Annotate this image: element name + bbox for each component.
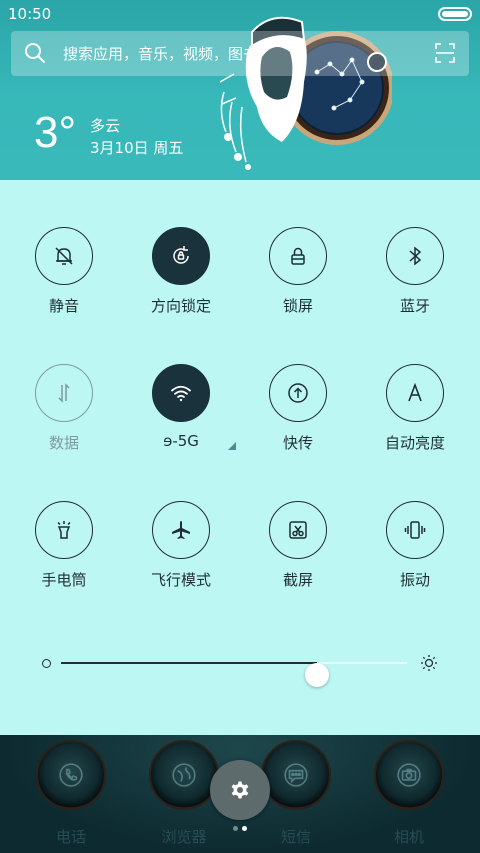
toggle-share-circle[interactable] — [269, 364, 327, 422]
scan-icon[interactable] — [435, 43, 455, 63]
bell-off-icon — [55, 247, 73, 265]
upload-icon — [288, 383, 308, 403]
toggle-rotation-lock-circle[interactable] — [152, 227, 210, 285]
rotation-lock-icon — [173, 246, 189, 264]
browser-app-icon[interactable] — [149, 740, 219, 810]
brightness-slider[interactable] — [40, 650, 440, 687]
dock-app-browser-label: 浏览器 — [161, 828, 207, 846]
phone-app-icon[interactable] — [36, 740, 106, 810]
toggle-lock-screen[interactable]: 锁屏 — [243, 227, 353, 337]
toggle-bluetooth[interactable]: 蓝牙 — [360, 227, 470, 337]
messages-app-icon[interactable] — [261, 740, 331, 810]
chat-icon — [284, 763, 308, 787]
toggle-lock-screen-label: 锁屏 — [282, 297, 313, 315]
toggle-flashlight-circle[interactable] — [35, 501, 93, 559]
weather-date: 3月10日 周五 — [90, 139, 184, 157]
search-icon — [25, 43, 45, 63]
toggle-vibrate-label: 振动 — [399, 571, 430, 589]
toggle-bluetooth-circle[interactable] — [386, 227, 444, 285]
wifi-options-indicator[interactable] — [228, 442, 236, 450]
toggle-auto-brightness-label: 自动亮度 — [384, 434, 445, 452]
letter-a-icon — [408, 382, 422, 402]
lock-icon — [291, 247, 305, 265]
toggle-auto-brightness-circle[interactable] — [386, 364, 444, 422]
settings-button[interactable] — [210, 760, 270, 820]
toggle-data-circle[interactable] — [35, 364, 93, 422]
airplane-icon — [172, 521, 190, 539]
toggle-airplane[interactable]: 飞行模式 — [126, 501, 236, 611]
globe-icon — [172, 763, 196, 787]
scissors-icon — [289, 521, 307, 539]
toggle-screenshot-label: 截屏 — [282, 571, 313, 589]
brightness-track[interactable] — [61, 662, 407, 687]
vibrate-icon — [404, 521, 426, 539]
brightness-low-icon — [42, 659, 51, 668]
camera-icon — [397, 763, 421, 787]
toggle-share[interactable]: 快传 — [243, 364, 353, 474]
brightness-fill — [61, 662, 318, 664]
search-bar[interactable]: 搜索应用，音乐，视频，图书 — [11, 31, 469, 76]
toggle-screenshot-circle[interactable] — [269, 501, 327, 559]
toggle-flashlight-label: 手电筒 — [41, 571, 87, 589]
toggle-flashlight[interactable]: 手电筒 — [9, 501, 119, 611]
toggle-screenshot[interactable]: 截屏 — [243, 501, 353, 611]
wifi-icon — [171, 385, 191, 402]
search-placeholder: 搜索应用，音乐，视频，图书 — [63, 45, 259, 63]
bluetooth-icon — [409, 246, 422, 266]
toggle-mute-label: 静音 — [48, 297, 79, 315]
toggle-wifi-label: ɘ-5G — [163, 432, 199, 450]
dock-app-phone-label: 电话 — [55, 828, 86, 846]
dock-app-messages-label: 短信 — [280, 828, 311, 846]
toggle-auto-brightness[interactable]: 自动亮度 — [360, 364, 470, 474]
dock-app-camera[interactable]: 相机 — [364, 740, 454, 850]
notification-header: 10:50 搜索应用，音乐，视频，图书 3° 多云 3月10日 周五 — [0, 0, 480, 180]
phone-icon — [59, 763, 83, 787]
toggle-mute[interactable]: 静音 — [9, 227, 119, 337]
camera-app-icon[interactable] — [374, 740, 444, 810]
gear-icon — [231, 781, 249, 799]
toggle-vibrate[interactable]: 振动 — [360, 501, 470, 611]
toggle-wifi[interactable]: ɘ-5G — [126, 364, 236, 474]
toggle-rotation-lock[interactable]: 方向锁定 — [126, 227, 236, 337]
toggle-bluetooth-label: 蓝牙 — [399, 297, 430, 315]
toggle-airplane-circle[interactable] — [152, 501, 210, 559]
toggle-lock-screen-circle[interactable] — [269, 227, 327, 285]
toggle-vibrate-circle[interactable] — [386, 501, 444, 559]
weather-temperature: 3° — [34, 108, 77, 157]
weather-condition: 多云 — [90, 117, 121, 135]
page-dot-1 — [233, 826, 238, 831]
page-dot-2 — [242, 826, 247, 831]
page-indicator — [231, 826, 251, 832]
status-time: 10:50 — [8, 5, 52, 23]
toggle-data[interactable]: 数据 — [9, 364, 119, 474]
data-arrows-icon — [58, 383, 70, 403]
dock-app-phone[interactable]: 电话 — [26, 740, 116, 850]
toggle-wifi-circle[interactable] — [152, 364, 210, 422]
dock-app-camera-label: 相机 — [393, 828, 424, 846]
toggle-share-label: 快传 — [282, 434, 313, 452]
toggle-rotation-lock-label: 方向锁定 — [150, 297, 211, 315]
battery-icon — [438, 7, 472, 21]
toggle-mute-circle[interactable] — [35, 227, 93, 285]
brightness-high-icon — [421, 655, 437, 671]
flashlight-icon — [57, 521, 71, 539]
toggle-data-label: 数据 — [48, 434, 79, 452]
brightness-thumb[interactable] — [305, 663, 330, 687]
toggle-airplane-label: 飞行模式 — [150, 571, 211, 589]
